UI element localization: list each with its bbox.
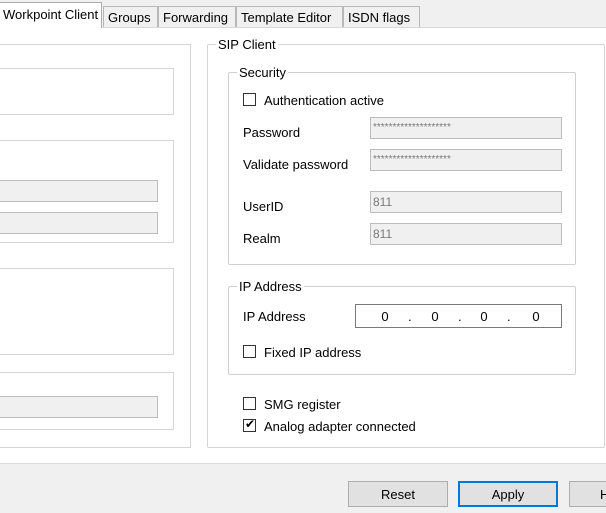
reset-button[interactable]: Reset (348, 481, 448, 507)
ip-octet-3[interactable]: 0 (474, 309, 494, 324)
ip-octet-4[interactable]: 0 (526, 309, 546, 324)
fixed-ip-label: Fixed IP address (264, 345, 362, 360)
apply-button[interactable]: Apply (458, 481, 558, 507)
help-button[interactable]: H (569, 481, 606, 507)
security-title: Security (237, 65, 288, 80)
ip-address-input[interactable]: 0 . 0 . 0 . 0 (355, 304, 562, 328)
auth-active-label: Authentication active (264, 93, 384, 108)
password-field[interactable]: ******************** (370, 117, 562, 139)
realm-label: Realm (243, 231, 281, 246)
userid-label: UserID (243, 199, 284, 214)
tab-forwarding[interactable]: Forwarding (158, 6, 236, 28)
smg-register-checkbox[interactable] (243, 397, 256, 410)
tab-isdn-flags[interactable]: ISDN flags (343, 6, 420, 28)
ip-octet-1[interactable]: 0 (375, 309, 395, 324)
left-field-1[interactable] (0, 180, 158, 202)
validate-password-field[interactable]: ******************** (370, 149, 562, 171)
password-label: Password (243, 125, 301, 140)
sip-client-title: SIP Client (216, 37, 278, 52)
ip-address-title: IP Address (237, 279, 304, 294)
ip-dot: . (408, 309, 412, 324)
tab-template-editor[interactable]: Template Editor (236, 6, 343, 28)
tab-workpoint-client[interactable]: Workpoint Client (0, 2, 102, 28)
tab-groups[interactable]: Groups (103, 6, 158, 28)
checkmark-icon: ✔ (245, 417, 256, 431)
analog-adapter-label: Analog adapter connected (264, 419, 416, 434)
userid-field[interactable]: 811 (370, 191, 562, 213)
ip-dot: . (507, 309, 511, 324)
ip-address-label: IP Address (243, 309, 306, 324)
left-field-2[interactable] (0, 212, 158, 234)
smg-register-label: SMG register (264, 397, 341, 412)
fixed-ip-checkbox[interactable] (243, 345, 256, 358)
auth-active-checkbox[interactable] (243, 93, 256, 106)
ip-octet-2[interactable]: 0 (425, 309, 445, 324)
left-section-1 (0, 68, 174, 115)
ip-address-group: IP Address (228, 279, 576, 375)
validate-password-label: Validate password (243, 157, 349, 172)
analog-adapter-checkbox[interactable]: ✔ (243, 417, 256, 432)
ip-dot: . (458, 309, 462, 324)
realm-field[interactable]: 811 (370, 223, 562, 245)
tab-strip: Workpoint Client Groups Forwarding Templ… (0, 0, 606, 28)
left-ip-field[interactable] (0, 396, 158, 418)
left-section-3 (0, 268, 174, 355)
